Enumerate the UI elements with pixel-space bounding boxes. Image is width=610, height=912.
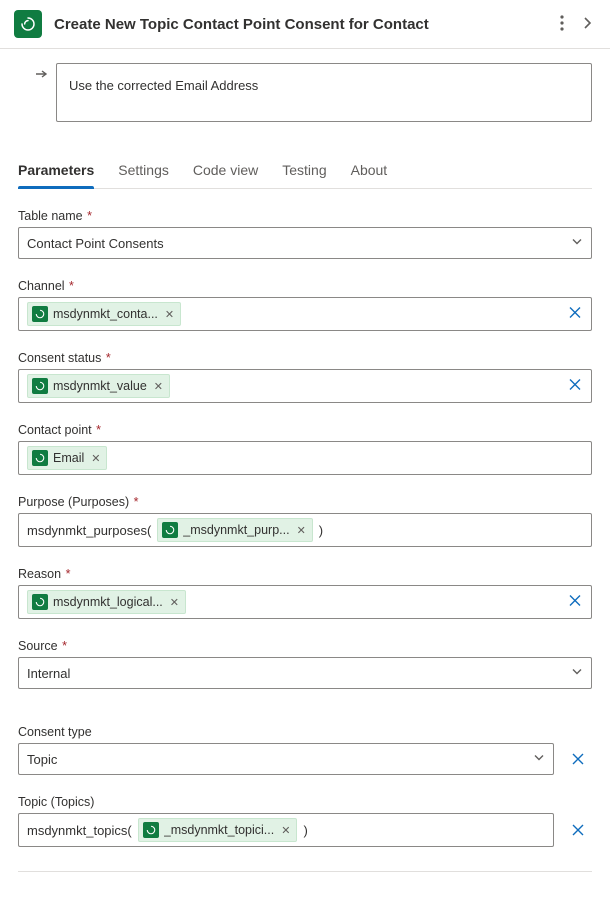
field-channel: Channel * msdynmkt_conta... ✕ — [18, 279, 592, 331]
expr-suffix-purpose: ) — [319, 523, 323, 538]
page-title: Create New Topic Contact Point Consent f… — [54, 16, 544, 33]
value-table-name: Contact Point Consents — [27, 236, 164, 251]
field-contact-point: Contact point * Email ✕ — [18, 423, 592, 475]
tabs: Parameters Settings Code view Testing Ab… — [18, 154, 592, 189]
field-topic: Topic (Topics) msdynmkt_topics( _msdynmk… — [18, 795, 592, 847]
token-consent-status[interactable]: msdynmkt_value ✕ — [27, 374, 170, 398]
dataverse-icon — [32, 378, 48, 394]
dataverse-icon — [162, 522, 178, 538]
label-topic: Topic (Topics) — [18, 795, 592, 809]
label-reason: Reason * — [18, 567, 592, 581]
tab-about[interactable]: About — [351, 154, 388, 188]
chevron-down-icon — [571, 666, 583, 681]
clear-consent-type-icon[interactable] — [564, 745, 592, 773]
expr-prefix-purpose: msdynmkt_purposes( — [27, 523, 151, 538]
more-actions-icon[interactable] — [556, 11, 568, 38]
token-remove-icon[interactable]: ✕ — [154, 380, 163, 393]
label-consent-type: Consent type — [18, 725, 592, 739]
token-remove-icon[interactable]: ✕ — [165, 308, 174, 321]
field-reason: Reason * msdynmkt_logical... ✕ — [18, 567, 592, 619]
dataverse-icon — [32, 450, 48, 466]
note-text: Use the corrected Email Address — [69, 78, 258, 93]
clear-consent-status-icon[interactable] — [567, 377, 583, 396]
label-source: Source * — [18, 639, 592, 653]
app-icon — [14, 10, 42, 38]
value-source: Internal — [27, 666, 70, 681]
token-contact-point[interactable]: Email ✕ — [27, 446, 107, 470]
expr-suffix-topic: ) — [303, 823, 307, 838]
tab-settings[interactable]: Settings — [118, 154, 169, 188]
dataverse-icon — [143, 822, 159, 838]
input-contact-point[interactable]: Email ✕ — [18, 441, 592, 475]
label-table-name: Table name * — [18, 209, 592, 223]
clear-channel-icon[interactable] — [567, 305, 583, 324]
input-channel[interactable]: msdynmkt_conta... ✕ — [18, 297, 592, 331]
clear-topic-icon[interactable] — [564, 816, 592, 844]
divider — [18, 871, 592, 872]
label-contact-point: Contact point * — [18, 423, 592, 437]
panel-collapse-icon[interactable] — [578, 11, 596, 38]
dataverse-icon — [32, 594, 48, 610]
expr-prefix-topic: msdynmkt_topics( — [27, 823, 132, 838]
token-remove-icon[interactable]: ✕ — [281, 824, 290, 837]
input-consent-status[interactable]: msdynmkt_value ✕ — [18, 369, 592, 403]
header-actions — [556, 11, 596, 38]
token-remove-icon[interactable]: ✕ — [91, 452, 100, 465]
tab-parameters[interactable]: Parameters — [18, 154, 94, 188]
field-table-name: Table name * Contact Point Consents — [18, 209, 592, 259]
token-topic[interactable]: _msdynmkt_topici... ✕ — [138, 818, 298, 842]
input-consent-type[interactable]: Topic — [18, 743, 554, 775]
field-consent-status: Consent status * msdynmkt_value ✕ — [18, 351, 592, 403]
input-topic[interactable]: msdynmkt_topics( _msdynmkt_topici... ✕ ) — [18, 813, 554, 847]
input-source[interactable]: Internal — [18, 657, 592, 689]
input-table-name[interactable]: Contact Point Consents — [18, 227, 592, 259]
token-channel[interactable]: msdynmkt_conta... ✕ — [27, 302, 181, 326]
chevron-down-icon — [571, 236, 583, 251]
input-reason[interactable]: msdynmkt_logical... ✕ — [18, 585, 592, 619]
content: Use the corrected Email Address Paramete… — [0, 49, 610, 912]
label-channel: Channel * — [18, 279, 592, 293]
input-purpose[interactable]: msdynmkt_purposes( _msdynmkt_purp... ✕ ) — [18, 513, 592, 547]
dataverse-icon — [32, 306, 48, 322]
note-handle-icon — [35, 68, 49, 83]
token-purpose[interactable]: _msdynmkt_purp... ✕ — [157, 518, 313, 542]
label-consent-status: Consent status * — [18, 351, 592, 365]
clear-reason-icon[interactable] — [567, 593, 583, 612]
token-reason[interactable]: msdynmkt_logical... ✕ — [27, 590, 186, 614]
header-bar: Create New Topic Contact Point Consent f… — [0, 0, 610, 49]
token-remove-icon[interactable]: ✕ — [170, 596, 179, 609]
tab-code-view[interactable]: Code view — [193, 154, 258, 188]
field-purpose: Purpose (Purposes) * msdynmkt_purposes( … — [18, 495, 592, 547]
tab-testing[interactable]: Testing — [282, 154, 326, 188]
field-source: Source * Internal — [18, 639, 592, 689]
chevron-down-icon — [533, 752, 545, 767]
token-remove-icon[interactable]: ✕ — [297, 524, 306, 537]
field-consent-type: Consent type Topic — [18, 725, 592, 775]
label-purpose: Purpose (Purposes) * — [18, 495, 592, 509]
note-input[interactable]: Use the corrected Email Address — [56, 63, 592, 122]
value-consent-type: Topic — [27, 752, 57, 767]
